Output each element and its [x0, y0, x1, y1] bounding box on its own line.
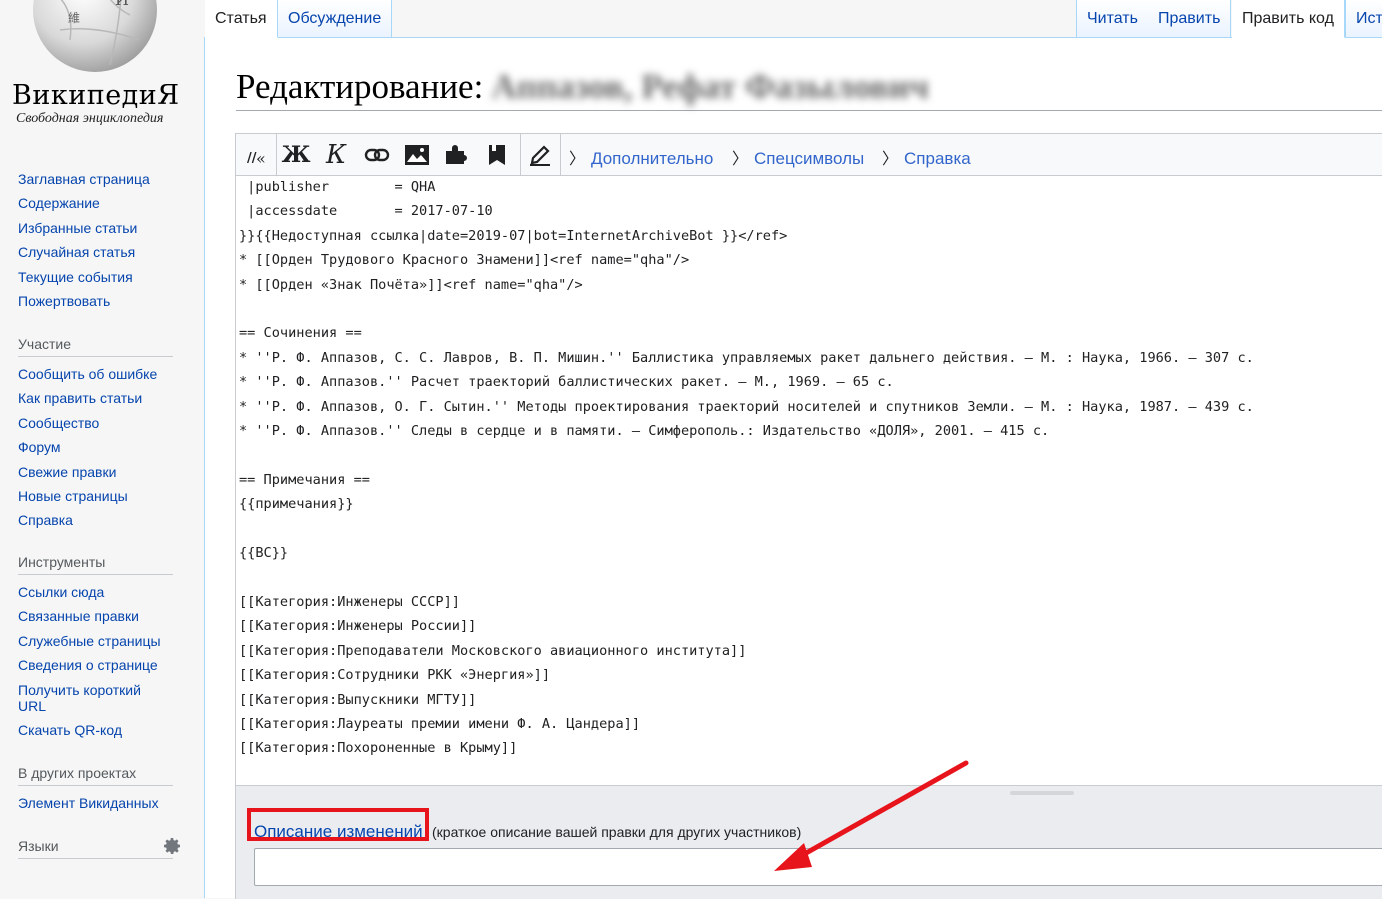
sidebar-item-special-pages[interactable]: Служебные страницы [18, 633, 178, 649]
chevron-right-icon: 〉 [569, 151, 586, 168]
tab-talk[interactable]: Обсуждение [278, 0, 393, 37]
italic-icon[interactable]: К [319, 138, 353, 172]
sidebar-participation: Участие Сообщить об ошибке Как править с… [18, 336, 178, 537]
chevron-right-icon: 〉 [882, 151, 899, 168]
sidebar-languages: Языки [18, 838, 178, 868]
tagline: Свободная энциклопедия [16, 111, 164, 126]
sidebar-item-report-error[interactable]: Сообщить об ошибке [18, 366, 178, 382]
svg-text:維: 維 [68, 11, 80, 25]
sidebar-item-short-url[interactable]: Получить короткий URL [18, 682, 158, 714]
sidebar-item-random[interactable]: Случайная статья [18, 244, 178, 260]
page-title-prefix: Редактирование: [236, 67, 484, 106]
tab-article[interactable]: Статья [205, 0, 278, 38]
puzzle-globe-icon: Ω И 維 [33, 0, 157, 72]
portal-heading: Участие [18, 336, 173, 357]
gear-icon[interactable] [162, 836, 182, 856]
link-icon[interactable] [360, 138, 394, 172]
sidebar-tools: Инструменты Ссылки сюда Связанные правки… [18, 554, 178, 746]
wikimarkup-icon[interactable]: //« [241, 138, 275, 172]
summary-hint: (краткое описание вашей правки для други… [432, 824, 802, 840]
editor-toolbar: //« Ж К 〉 Дополнительно 〉 Спецсимволы 〉 Спр… [236, 134, 1382, 176]
sidebar-item-what-links-here[interactable]: Ссылки сюда [18, 584, 178, 600]
page-title-blurred: Аппазов, Рефат Фазылович [491, 67, 929, 106]
toolbar-special-chars-link[interactable]: 〉 Спецсимволы [732, 145, 864, 169]
chevron-right-icon: 〉 [732, 151, 749, 168]
sidebar-item-community[interactable]: Сообщество [18, 415, 178, 431]
sidebar-item-qr-code[interactable]: Скачать QR-код [18, 722, 178, 738]
sidebar-item-page-info[interactable]: Сведения о странице [18, 657, 178, 673]
sidebar-item-related-changes[interactable]: Связанные правки [18, 608, 178, 624]
toolbar-advanced-label: Дополнительно [591, 149, 714, 168]
sidebar-item-help[interactable]: Справка [18, 512, 178, 528]
tab-edit-source[interactable]: Править код [1232, 0, 1345, 38]
sidebar-item-contents[interactable]: Содержание [18, 195, 178, 211]
edit-summary-area: Описание изменений (краткое описание ваш… [236, 785, 1382, 899]
sidebar-item-wikidata[interactable]: Элемент Викиданных [18, 795, 178, 811]
toolbar-help-link[interactable]: 〉 Справка [882, 145, 971, 169]
svg-text:И: И [115, 0, 129, 9]
sidebar-navigation: Заглавная страница Содержание Избранные … [18, 171, 178, 317]
image-icon[interactable] [400, 138, 434, 172]
sidebar-item-donate[interactable]: Пожертвовать [18, 293, 178, 309]
sidebar-item-new-pages[interactable]: Новые страницы [18, 488, 178, 504]
reference-icon[interactable] [480, 138, 514, 172]
portal-heading: Языки [18, 838, 173, 859]
wikitext-editor: //« Ж К 〉 Дополнительно 〉 Спецсимволы 〉 Спр… [235, 133, 1382, 899]
wikipedia-logo[interactable]: Ω И 維 ВикипедиЯ Свободная энциклопедия [0, 0, 200, 140]
sidebar-item-how-to-edit[interactable]: Как править статьи [18, 390, 178, 406]
svg-text:«: « [256, 149, 266, 167]
toolbar-help-label: Справка [904, 149, 971, 168]
sidebar-item-main-page[interactable]: Заглавная страница [18, 171, 178, 187]
wordmark: ВикипедиЯ [12, 80, 180, 111]
toolbar-special-chars-label: Спецсимволы [754, 149, 865, 168]
portal-heading: Инструменты [18, 554, 173, 575]
sidebar-projects: В других проектах Элемент Викиданных [18, 765, 178, 819]
summary-input[interactable] [254, 848, 1382, 886]
toolbar-advanced-link[interactable]: 〉 Дополнительно [569, 145, 713, 169]
tab-read[interactable]: Читать [1076, 0, 1149, 37]
resize-grip[interactable] [1010, 791, 1074, 795]
sidebar-item-featured[interactable]: Избранные статьи [18, 220, 178, 236]
tab-history[interactable]: Ист [1345, 0, 1382, 37]
portal-heading: В других проектах [18, 765, 173, 786]
wikitext-textarea[interactable]: |publisher = QHA |accessdate = 2017-07-1… [239, 175, 1379, 785]
bold-icon[interactable]: Ж [279, 138, 313, 172]
signature-icon[interactable] [523, 138, 557, 172]
annotation-highlight-box [247, 808, 429, 841]
sidebar-item-forum[interactable]: Форум [18, 439, 178, 455]
page-title: Редактирование: Аппазов, Рефат Фазылович [236, 64, 1382, 111]
template-icon[interactable] [440, 138, 474, 172]
tab-edit[interactable]: Править [1148, 0, 1232, 37]
sidebar-item-current-events[interactable]: Текущие события [18, 269, 178, 285]
sidebar-item-recent-changes[interactable]: Свежие правки [18, 464, 178, 480]
